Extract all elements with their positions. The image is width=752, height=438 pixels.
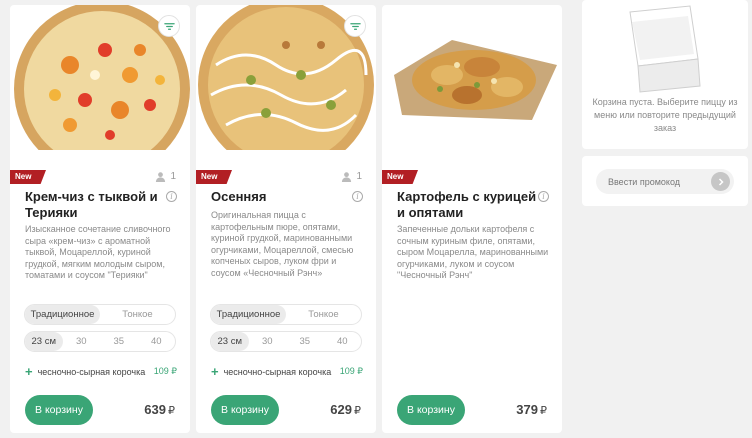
crust-price: 109 ₽ [339,366,363,376]
product-card-osennyaya[interactable]: New 1 i Осенняя Оригинальная пицца с кар… [196,5,376,433]
price-value: 379 [516,402,538,417]
product-description: Запеченные дольки картофеля с сочным кур… [397,224,549,280]
crust-addon[interactable]: + чесночно-сырная корочка 109 ₽ [25,363,177,379]
product-image[interactable] [196,5,376,150]
price-currency: ₽ [540,405,547,417]
cart-panel: Корзина пуста. Выберите пиццу из меню ил… [582,0,748,149]
product-card-potato[interactable]: New i Картофель с курицей и опятами Запе… [382,5,562,433]
promo-input[interactable] [608,176,708,187]
dough-option-thin[interactable]: Тонкое [286,305,361,324]
product-description: Изысканное сочетание сливочного сыра «кр… [25,224,171,280]
product-title: Осенняя [211,189,267,204]
new-badge: New [382,170,418,184]
new-badge: New [10,170,46,184]
product-card-krem-chiz[interactable]: New 1 i Крем-чиз с тыквой и Терияки Изыс… [10,5,190,433]
person-icon [342,172,352,182]
filter-icon [349,22,361,30]
size-option-23[interactable]: 23 см [25,332,63,351]
crust-label: чесночно-сырная корочка [37,366,146,377]
plus-icon: + [25,363,33,379]
dough-option-traditional[interactable]: Традиционное [211,305,286,324]
plus-icon: + [211,363,219,379]
size-selector: 23 см 30 35 40 [24,331,176,352]
product-image[interactable] [10,5,190,150]
product-image[interactable] [382,5,562,150]
potato-dish-image [394,40,557,120]
size-option-40[interactable]: 40 [138,332,176,351]
product-price: 639 ₽ [144,402,175,417]
size-option-35[interactable]: 35 [100,332,138,351]
product-description: Оригинальная пицца с картофельным пюре, … [211,210,354,278]
size-selector: 23 см 30 35 40 [210,331,362,352]
size-option-23[interactable]: 23 см [211,332,249,351]
persons-count: 1 [155,171,176,182]
persons-value: 1 [356,171,362,182]
size-option-40[interactable]: 40 [324,332,362,351]
crust-price: 109 ₽ [153,366,177,376]
crust-label: чесночно-сырная корочка [223,366,332,377]
dough-option-traditional[interactable]: Традиционное [25,305,100,324]
add-to-cart-button[interactable]: В корзину [211,395,279,425]
crust-addon[interactable]: + чесночно-сырная корочка 109 ₽ [211,363,363,379]
price-currency: ₽ [354,405,361,417]
product-title: Крем-чиз с тыквой и Терияки [25,189,158,220]
size-option-30[interactable]: 30 [249,332,287,351]
promo-panel [582,156,748,206]
new-badge: New [196,170,232,184]
persons-count: 1 [341,171,362,182]
size-option-35[interactable]: 35 [286,332,324,351]
promo-submit-button[interactable] [711,172,730,191]
price-value: 639 [144,402,166,417]
dough-selector: Традиционное Тонкое [210,304,362,325]
price-value: 629 [330,402,352,417]
product-price: 379 ₽ [516,402,547,417]
persons-value: 1 [170,171,176,182]
product-title: Картофель с курицей и опятами [397,189,537,220]
product-price: 629 ₽ [330,402,361,417]
add-to-cart-button[interactable]: В корзину [25,395,93,425]
dough-option-thin[interactable]: Тонкое [100,305,175,324]
promo-field[interactable] [596,169,734,194]
dough-selector: Традиционное Тонкое [24,304,176,325]
cart-empty-text: Корзина пуста. Выберите пиццу из меню ил… [592,97,738,133]
empty-box-icon [629,5,701,93]
price-currency: ₽ [168,405,175,417]
person-icon [156,172,166,182]
filter-button[interactable] [158,15,180,37]
size-option-30[interactable]: 30 [63,332,101,351]
filter-button[interactable] [344,15,366,37]
chevron-right-icon [718,177,724,186]
add-to-cart-button[interactable]: В корзину [397,395,465,425]
filter-icon [163,22,175,30]
